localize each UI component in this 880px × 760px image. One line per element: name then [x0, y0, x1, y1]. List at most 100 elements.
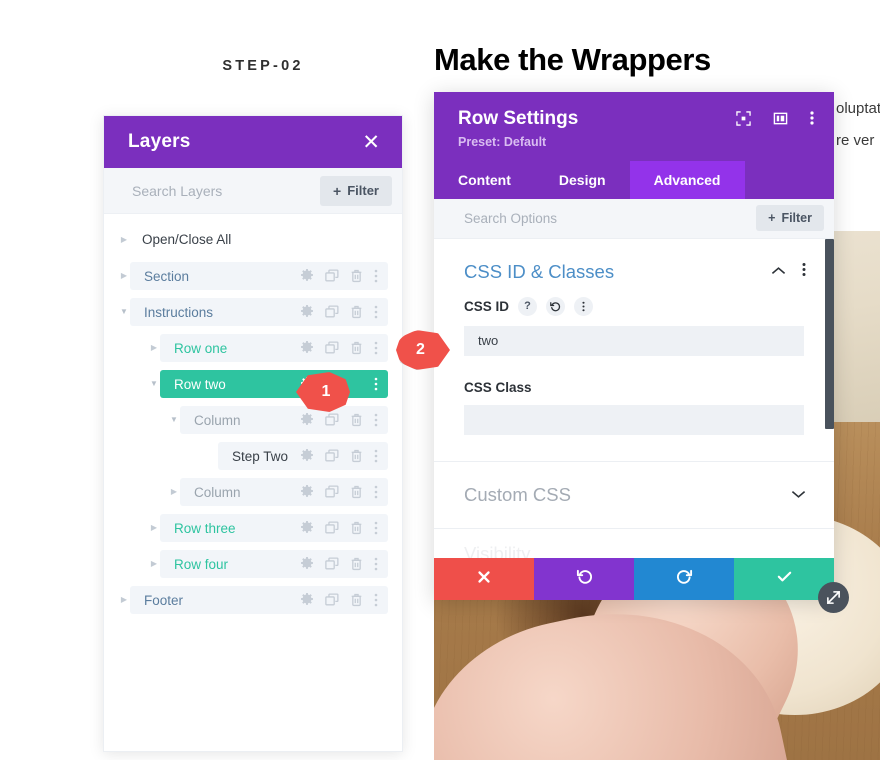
layer-row[interactable]: ▼ Instructions	[104, 298, 402, 326]
layer-row-pill[interactable]: Row three	[160, 514, 388, 542]
tab-advanced[interactable]: Advanced	[629, 161, 745, 199]
layer-row[interactable]: ▶ Footer	[104, 586, 402, 614]
more-vertical-icon[interactable]	[374, 305, 378, 319]
layer-row[interactable]: ▼ Row two	[104, 370, 402, 398]
more-vertical-icon[interactable]	[374, 377, 378, 391]
chevron-right-icon[interactable]: ▶	[168, 488, 180, 496]
chevron-right-icon[interactable]: ▶	[148, 344, 160, 352]
more-vertical-icon[interactable]	[374, 593, 378, 607]
tab-content[interactable]: Content	[434, 161, 535, 199]
layer-row[interactable]: Step Two	[104, 442, 402, 470]
more-vertical-icon[interactable]	[374, 557, 378, 571]
trash-icon[interactable]	[350, 449, 363, 463]
tab-design[interactable]: Design	[535, 161, 630, 199]
layer-row-label: Column	[194, 484, 241, 500]
trash-icon[interactable]	[350, 305, 363, 319]
cancel-button[interactable]	[434, 558, 534, 600]
redo-button[interactable]	[634, 558, 734, 600]
resize-diagonal-icon[interactable]	[818, 582, 849, 613]
more-vertical-icon[interactable]	[810, 110, 814, 131]
plus-icon: +	[333, 182, 342, 199]
gear-icon[interactable]	[300, 449, 314, 463]
css-id-input[interactable]: two	[464, 325, 804, 356]
layer-row[interactable]: ▶ Row four	[104, 550, 402, 578]
chevron-right-icon[interactable]: ▶	[148, 560, 160, 568]
more-vertical-icon[interactable]	[374, 269, 378, 283]
options-filter-button[interactable]: + Filter	[756, 205, 824, 232]
gear-icon[interactable]	[300, 305, 314, 319]
help-icon[interactable]: ?	[518, 296, 538, 316]
trash-icon[interactable]	[350, 557, 363, 571]
more-vertical-icon[interactable]	[374, 449, 378, 463]
chevron-down-icon[interactable]: ▼	[118, 308, 130, 316]
duplicate-icon[interactable]	[325, 413, 339, 427]
trash-icon[interactable]	[350, 521, 363, 535]
section-visibility-header[interactable]: Visibility	[434, 529, 834, 558]
settings-scrollbar[interactable]	[825, 238, 834, 429]
reset-icon[interactable]	[546, 296, 566, 316]
layer-row-pill[interactable]: Footer	[130, 586, 388, 614]
gear-icon[interactable]	[300, 521, 314, 535]
more-vertical-icon[interactable]	[374, 413, 378, 427]
layer-row[interactable]: ▼ Column	[104, 406, 402, 434]
chevron-down-icon[interactable]: ▼	[148, 380, 160, 388]
section-custom-css-header[interactable]: Custom CSS	[434, 462, 834, 520]
gear-icon[interactable]	[300, 269, 314, 283]
layer-row-pill[interactable]: Instructions	[130, 298, 388, 326]
layer-row[interactable]: ▶ Column	[104, 478, 402, 506]
layer-row-pill[interactable]: Row four	[160, 550, 388, 578]
layer-row-pill[interactable]: Column	[180, 406, 388, 434]
more-vertical-icon[interactable]	[574, 296, 594, 316]
chevron-right-icon[interactable]: ▶	[148, 524, 160, 532]
callout-number: 2	[416, 341, 425, 358]
undo-button[interactable]	[534, 558, 634, 600]
duplicate-icon[interactable]	[325, 557, 339, 571]
more-vertical-icon[interactable]	[802, 262, 806, 282]
search-layers-input[interactable]: Search Layers	[132, 183, 222, 199]
layers-filter-button[interactable]: + Filter	[320, 175, 392, 206]
layer-row[interactable]: ▶ Row three	[104, 514, 402, 542]
chevron-right-icon[interactable]: ▶	[118, 596, 130, 604]
duplicate-icon[interactable]	[325, 593, 339, 607]
duplicate-icon[interactable]	[325, 485, 339, 499]
close-icon[interactable]: ✕	[362, 132, 380, 153]
focus-icon[interactable]	[736, 110, 751, 131]
trash-icon[interactable]	[350, 593, 363, 607]
trash-icon[interactable]	[350, 485, 363, 499]
chevron-down-icon[interactable]	[791, 486, 806, 504]
layer-row-pill[interactable]: Column	[180, 478, 388, 506]
gear-icon[interactable]	[300, 557, 314, 571]
layer-row-pill[interactable]: Row one	[160, 334, 388, 362]
chevron-up-icon[interactable]	[771, 263, 786, 281]
search-options-input[interactable]: Search Options	[464, 211, 557, 226]
gear-icon[interactable]	[300, 341, 314, 355]
chevron-down-icon[interactable]: ▼	[168, 416, 180, 424]
more-vertical-icon[interactable]	[374, 485, 378, 499]
layer-row-pill[interactable]: Row two	[160, 370, 388, 398]
duplicate-icon[interactable]	[325, 521, 339, 535]
layer-row-pill[interactable]: Section	[130, 262, 388, 290]
trash-icon[interactable]	[350, 269, 363, 283]
section-css-id-classes-header[interactable]: CSS ID & Classes	[434, 239, 834, 297]
layer-row-pill[interactable]: Step Two	[218, 442, 388, 470]
trash-icon[interactable]	[350, 341, 363, 355]
options-filter-label: Filter	[781, 211, 812, 226]
more-vertical-icon[interactable]	[374, 521, 378, 535]
layout-icon[interactable]	[773, 111, 788, 131]
open-close-all-row[interactable]: ▶ Open/Close All	[104, 228, 402, 250]
gear-icon[interactable]	[300, 485, 314, 499]
layer-row[interactable]: ▶ Row one	[104, 334, 402, 362]
more-vertical-icon[interactable]	[374, 341, 378, 355]
trash-icon[interactable]	[350, 413, 363, 427]
chevron-right-icon[interactable]: ▶	[118, 272, 130, 280]
css-class-input[interactable]	[464, 404, 804, 435]
gear-icon[interactable]	[300, 413, 314, 427]
gear-icon[interactable]	[300, 593, 314, 607]
duplicate-icon[interactable]	[325, 449, 339, 463]
duplicate-icon[interactable]	[325, 269, 339, 283]
row-settings-footer	[434, 558, 834, 600]
layer-row[interactable]: ▶ Section	[104, 262, 402, 290]
duplicate-icon[interactable]	[325, 305, 339, 319]
duplicate-icon[interactable]	[325, 341, 339, 355]
row-settings-preset[interactable]: Preset: Default	[458, 135, 812, 149]
